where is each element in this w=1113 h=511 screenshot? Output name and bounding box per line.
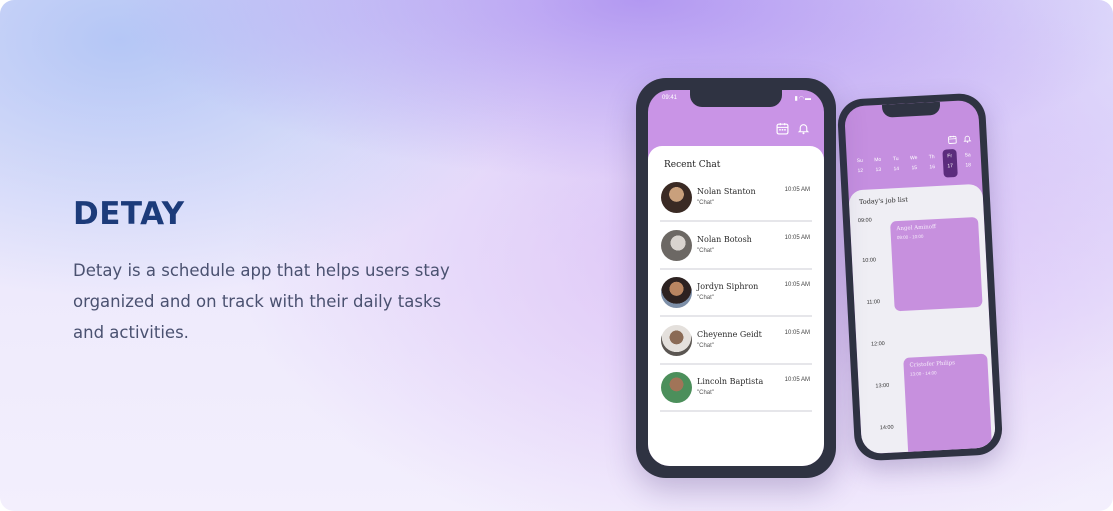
calendar-day-date: 12 xyxy=(857,167,864,175)
chat-time: 10:05 AM xyxy=(784,377,810,383)
event-name: Angel Aminoff xyxy=(896,224,937,233)
time-slot-label: 12:00 xyxy=(870,340,885,348)
app-description: Detay is a schedule app that helps users… xyxy=(73,261,450,342)
chat-list: Nolan Stanton "Chat" 10:05 AM Nolan Boto… xyxy=(660,176,812,414)
week-day-selector: Su 12 Mo 13 Tu 14 We 15 Th 16 Fr 17 Sa 18 xyxy=(852,148,975,182)
recent-chat-panel: Recent Chat Nolan Stanton "Chat" 10:05 A… xyxy=(648,146,824,466)
chat-time: 10:05 AM xyxy=(784,329,810,336)
chat-preview: "Chat" xyxy=(697,295,714,301)
event-time: 09:00 - 10:00 xyxy=(896,233,924,241)
avatar xyxy=(661,372,692,403)
chat-time: 10:05 AM xyxy=(784,234,810,241)
schedule-header-icons xyxy=(948,134,972,144)
chat-preview: "Chat" xyxy=(697,390,714,396)
job-list-title: Today's job list xyxy=(858,195,909,207)
event-name: Cristofer Philips xyxy=(909,360,956,369)
calendar-day[interactable]: We 15 xyxy=(906,151,921,180)
schedule-screen: Su 12 Mo 13 Tu 14 We 15 Th 16 Fr 17 Sa 18 Today's job… xyxy=(843,99,997,455)
chat-list-item[interactable]: Nolan Stanton "Chat" 10:05 AM xyxy=(660,176,812,222)
calendar-icon[interactable] xyxy=(776,122,789,135)
job-list-panel: Today's job list 09:00 10:00 11:00 12:00 13:… xyxy=(848,183,997,455)
bell-icon[interactable] xyxy=(797,122,810,135)
battery-icon: ▬ xyxy=(805,96,812,102)
calendar-day[interactable]: Tu 14 xyxy=(888,152,903,181)
chat-contact-name: Nolan Botosh xyxy=(697,234,752,244)
app-title: DETAY xyxy=(73,196,185,232)
calendar-icon[interactable] xyxy=(948,135,957,144)
phone-notch xyxy=(690,90,782,107)
chat-phone-mockup: 09:41 ▮◠▬ Recent Chat Nolan Stanton "Cha… xyxy=(636,78,836,478)
status-bar-icons: ▮◠▬ xyxy=(794,95,812,102)
calendar-day-date: 13 xyxy=(875,166,882,174)
avatar xyxy=(661,277,692,308)
chat-contact-name: Nolan Stanton xyxy=(697,187,756,196)
time-slot-label: 09:00 xyxy=(857,217,872,225)
event-time: 13:00 - 14:00 xyxy=(909,370,937,377)
time-slot-label: 10:00 xyxy=(862,257,877,264)
hero-banner: DETAY Detay is a schedule app that helps… xyxy=(0,0,1113,511)
chat-preview: "Chat" xyxy=(697,200,714,206)
phone-notch xyxy=(881,101,941,118)
calendar-day-date: 14 xyxy=(893,165,900,173)
chat-time: 10:05 AM xyxy=(784,282,810,288)
calendar-day-date: 15 xyxy=(911,165,918,172)
chat-list-item[interactable]: Nolan Botosh "Chat" 10:05 AM xyxy=(660,224,812,270)
chat-contact-name: Cheyenne Geidt xyxy=(697,329,762,339)
calendar-day-date: 17 xyxy=(947,163,954,170)
avatar xyxy=(661,324,692,356)
recent-chat-title: Recent Chat xyxy=(664,160,721,170)
chat-contact-name: Jordyn Siphron xyxy=(697,282,759,291)
time-slot-label: 14:00 xyxy=(879,424,894,432)
bell-icon[interactable] xyxy=(963,134,972,143)
chat-list-item[interactable]: Lincoln Baptista "Chat" 10:05 AM xyxy=(660,366,812,412)
calendar-day-date: 18 xyxy=(965,162,972,169)
time-slot-label: 11:00 xyxy=(866,299,881,306)
chat-contact-name: Lincoln Baptista xyxy=(697,377,764,386)
chat-time: 10:05 AM xyxy=(784,187,810,193)
calendar-day[interactable]: Su 12 xyxy=(852,154,867,183)
calendar-day[interactable]: Fr 17 xyxy=(942,148,958,178)
status-bar-time: 09:41 xyxy=(662,95,678,101)
chat-preview: "Chat" xyxy=(697,247,714,254)
event-card[interactable]: Angel Aminoff 09:00 - 10:00 xyxy=(890,216,983,312)
chat-screen: 09:41 ▮◠▬ Recent Chat Nolan Stanton "Cha… xyxy=(648,90,824,466)
chat-preview: "Chat" xyxy=(697,342,714,349)
calendar-day[interactable]: Th 16 xyxy=(924,150,939,179)
calendar-day[interactable]: Sa 18 xyxy=(960,148,975,177)
chat-header-icons xyxy=(776,122,810,135)
avatar xyxy=(661,229,692,261)
time-slot-label: 13:00 xyxy=(875,382,890,390)
schedule-phone-mockup: Su 12 Mo 13 Tu 14 We 15 Th 16 Fr 17 Sa 18 Today's job… xyxy=(836,92,1004,462)
chat-list-item[interactable]: Jordyn Siphron "Chat" 10:05 AM xyxy=(660,271,812,317)
chat-list-item[interactable]: Cheyenne Geidt "Chat" 10:05 AM xyxy=(660,319,812,365)
event-card[interactable]: Cristofer Philips 13:00 - 14:00 xyxy=(903,353,993,455)
calendar-day[interactable]: Mo 13 xyxy=(870,153,885,182)
avatar xyxy=(661,182,692,213)
calendar-day-date: 16 xyxy=(929,164,936,171)
